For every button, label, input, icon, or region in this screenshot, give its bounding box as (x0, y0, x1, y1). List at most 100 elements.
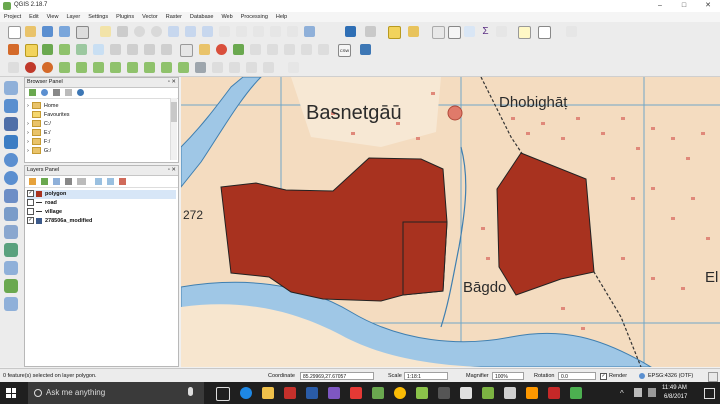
zoom-native-icon[interactable] (219, 26, 230, 37)
run-feature-action-icon[interactable] (365, 26, 376, 37)
text-annotation-icon[interactable] (538, 26, 551, 39)
new-spatialite-layer-icon[interactable] (4, 279, 18, 293)
remove-layer-icon[interactable] (119, 178, 126, 185)
polygon-feature-2[interactable] (402, 221, 448, 296)
field-calculator-icon[interactable] (464, 26, 475, 37)
refresh-icon[interactable] (41, 89, 48, 96)
filter-legend-icon[interactable] (65, 178, 72, 185)
merge-features-icon[interactable] (246, 62, 257, 73)
add-feature-icon[interactable] (59, 44, 70, 55)
new-shapefile-icon[interactable] (4, 261, 18, 275)
add-wcs-icon[interactable] (4, 171, 18, 185)
menu-plugins[interactable]: Plugins (112, 12, 138, 22)
bookmarks-icon[interactable] (287, 26, 298, 37)
coordinate-field[interactable]: 85.29969,27.67057 (300, 372, 374, 380)
browser-item-favourites[interactable]: ›Favourites (27, 111, 70, 120)
zoom-last-icon[interactable] (236, 26, 247, 37)
help-icon[interactable] (566, 26, 577, 37)
panel-close-icon[interactable]: ▫ ✕ (168, 78, 176, 87)
merge-attributes-icon[interactable] (263, 62, 274, 73)
statistics-icon[interactable]: Σ (480, 26, 491, 37)
search-box[interactable]: Ask me anything (28, 382, 204, 404)
word-icon[interactable] (306, 387, 318, 399)
zoom-to-selection-icon[interactable] (185, 26, 196, 37)
diagram-icon[interactable] (216, 44, 227, 55)
app-icon-2[interactable] (438, 387, 450, 399)
chrome-icon[interactable] (394, 387, 406, 399)
layer-labeling-icon[interactable] (199, 44, 210, 55)
label-icon[interactable] (180, 44, 193, 57)
cut-features-icon[interactable] (127, 44, 138, 55)
map-canvas[interactable]: Basnetgāū Dhobighāṭ Bāgdo El 272 (181, 77, 720, 367)
layer-visibility-checkbox[interactable]: ✓ (27, 217, 34, 225)
undo-icon[interactable] (25, 62, 36, 73)
scale-field[interactable]: 1:18:1 (404, 372, 448, 380)
app-icon[interactable] (328, 387, 340, 399)
delete-selected-icon[interactable] (110, 44, 121, 55)
zoom-out-icon[interactable] (151, 26, 162, 37)
python-console-icon[interactable] (360, 44, 371, 55)
magnifier-field[interactable]: 100% (492, 372, 524, 380)
menu-help[interactable]: Help (272, 12, 291, 22)
minimize-button[interactable]: – (648, 0, 672, 12)
browser-item-f[interactable]: › F:/ (27, 138, 50, 147)
save-edits-icon[interactable] (42, 44, 53, 55)
acrobat-icon[interactable] (284, 387, 296, 399)
layer-visibility-checkbox[interactable] (27, 199, 34, 207)
open-project-icon[interactable] (25, 26, 36, 37)
menu-processing[interactable]: Processing (237, 12, 272, 22)
add-delimited-text-icon[interactable] (4, 225, 18, 239)
capture-icon[interactable] (8, 62, 19, 73)
clock-time[interactable]: 11:49 AM (662, 385, 687, 391)
csw-icon[interactable]: CSW (338, 44, 351, 57)
expand-all-icon[interactable] (95, 178, 102, 185)
notifications-icon[interactable] (704, 388, 715, 399)
filter-expression-icon[interactable] (77, 178, 86, 185)
pan-icon[interactable] (100, 26, 111, 37)
add-part-icon[interactable] (110, 62, 121, 73)
expand-arrow-icon[interactable]: › (27, 148, 29, 154)
attribute-table-icon[interactable] (448, 26, 461, 39)
print-composer-icon[interactable] (76, 26, 89, 39)
simplify-feature-icon[interactable] (76, 62, 87, 73)
maximize-button[interactable]: □ (672, 0, 696, 12)
layer-row-road[interactable]: road (27, 199, 57, 208)
crs-status[interactable]: EPSG:4326 (OTF) (648, 373, 693, 379)
info-icon[interactable] (77, 89, 84, 96)
add-oracle-icon[interactable] (4, 243, 18, 257)
edge-icon[interactable] (240, 387, 252, 399)
label-options-icon[interactable] (318, 44, 329, 55)
map-tips-icon[interactable] (518, 26, 531, 39)
collapse-all-icon[interactable] (107, 178, 114, 185)
task-view-icon[interactable] (216, 387, 230, 401)
save-project-icon[interactable] (42, 26, 53, 37)
collapse-all-icon[interactable] (65, 89, 72, 96)
add-virtual-layer-icon[interactable] (4, 297, 18, 311)
current-edits-icon[interactable] (8, 44, 19, 55)
expand-arrow-icon[interactable]: › (27, 139, 29, 145)
change-label-icon[interactable] (301, 44, 312, 55)
add-wms-icon[interactable] (4, 153, 18, 167)
app-icon-5[interactable] (548, 387, 560, 399)
redo-icon[interactable] (42, 62, 53, 73)
menu-project[interactable]: Project (0, 12, 25, 22)
expand-arrow-icon[interactable]: › (27, 103, 29, 109)
add-selected-layers-icon[interactable] (29, 89, 36, 96)
deselect-icon[interactable] (432, 26, 445, 39)
select-features-icon[interactable] (388, 26, 401, 39)
zoom-to-layer-icon[interactable] (202, 26, 213, 37)
app-icon-6[interactable] (570, 387, 582, 399)
panel-close-icon[interactable]: ▫ ✕ (168, 166, 176, 175)
close-button[interactable]: ✕ (696, 0, 720, 12)
add-raster-layer-icon[interactable] (4, 99, 18, 113)
menu-vector[interactable]: Vector (138, 12, 162, 22)
windows-start-icon[interactable] (6, 388, 16, 398)
menu-edit[interactable]: Edit (25, 12, 42, 22)
network-icon[interactable] (634, 388, 642, 397)
menu-database[interactable]: Database (186, 12, 218, 22)
app-red-icon[interactable] (350, 387, 362, 399)
paste-features-icon[interactable] (161, 44, 172, 55)
volume-icon[interactable] (648, 388, 656, 397)
offset-curve-icon[interactable] (195, 62, 206, 73)
add-ring-icon[interactable] (93, 62, 104, 73)
